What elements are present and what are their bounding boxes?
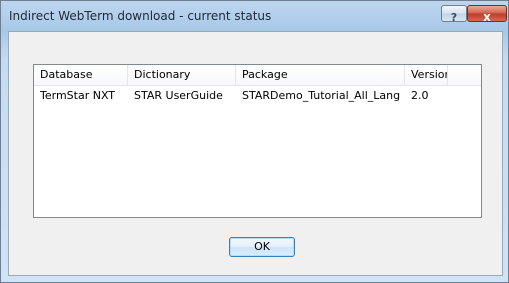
help-icon: ?: [450, 11, 458, 24]
column-header-package[interactable]: Package: [236, 65, 405, 85]
cell-dictionary: STAR UserGuide: [134, 89, 223, 102]
list-row[interactable]: TermStar NXT STAR UserGuide STARDemo_Tut…: [34, 87, 481, 104]
close-icon: x: [483, 10, 491, 24]
dialog-client-area: Database Dictionary Package Version Term…: [8, 31, 503, 276]
list-header: Database Dictionary Package Version: [34, 65, 481, 86]
ok-button[interactable]: OK: [229, 237, 295, 257]
window-title: Indirect WebTerm download - current stat…: [9, 9, 272, 23]
column-header-dictionary[interactable]: Dictionary: [128, 65, 236, 85]
download-status-list[interactable]: Database Dictionary Package Version Term…: [33, 64, 482, 218]
cell-version: 2.0: [411, 89, 429, 102]
close-button[interactable]: x: [467, 5, 507, 24]
help-button[interactable]: ?: [441, 5, 467, 24]
title-bar[interactable]: Indirect WebTerm download - current stat…: [1, 1, 508, 31]
dialog-window: Indirect WebTerm download - current stat…: [0, 0, 509, 283]
column-header-version[interactable]: Version: [405, 65, 448, 85]
column-header-database[interactable]: Database: [34, 65, 128, 85]
cell-database: TermStar NXT: [40, 89, 116, 102]
cell-package: STARDemo_Tutorial_All_Lang: [242, 89, 401, 102]
